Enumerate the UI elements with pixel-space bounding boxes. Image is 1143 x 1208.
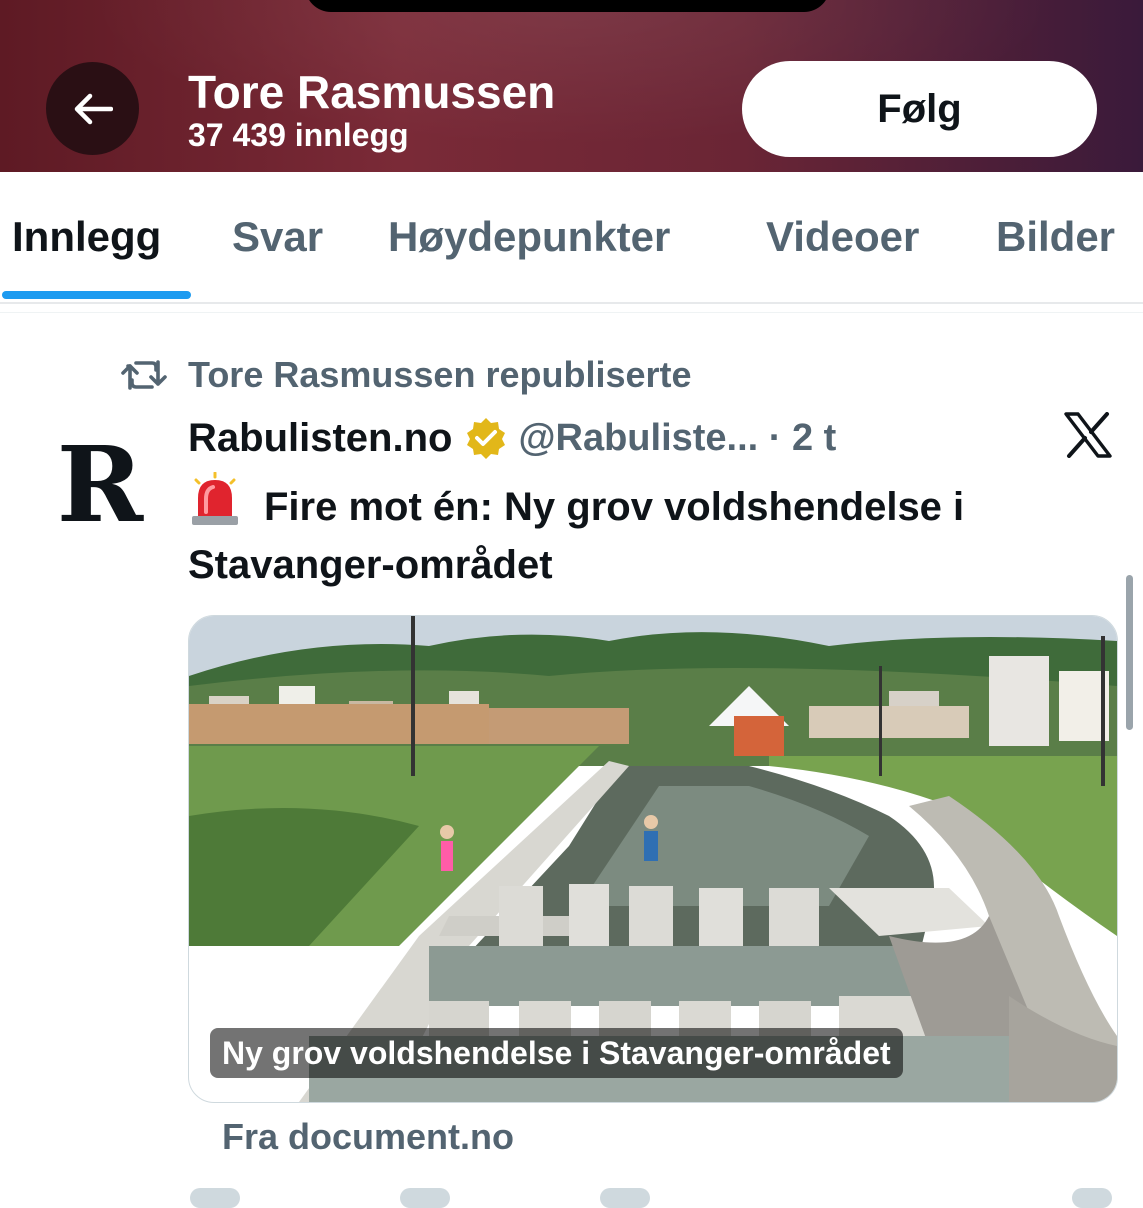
like-icon[interactable] (600, 1188, 650, 1208)
card-source[interactable]: Fra document.no (222, 1116, 514, 1158)
active-tab-indicator (2, 291, 191, 299)
follow-button[interactable]: Følg (742, 61, 1097, 157)
tab-hoydepunkter[interactable]: Høydepunkter (388, 212, 670, 262)
tab-bilder[interactable]: Bilder (996, 212, 1115, 262)
share-icon[interactable] (1072, 1188, 1112, 1208)
repost-indicator[interactable]: Tore Rasmussen republiserte (120, 352, 692, 398)
profile-tabs: Innlegg Svar Høydepunkter Videoer Bilder (0, 172, 1143, 304)
device-notch (305, 0, 830, 12)
back-button[interactable] (46, 62, 139, 155)
repost-label: Tore Rasmussen republiserte (188, 354, 692, 395)
author-handle-time[interactable]: @Rabuliste... · 2 t (518, 417, 836, 460)
profile-name: Tore Rasmussen (188, 66, 556, 118)
tab-videoer[interactable]: Videoer (766, 212, 919, 262)
divider (0, 312, 1143, 313)
tab-svar[interactable]: Svar (232, 212, 323, 262)
scrollbar[interactable] (1126, 575, 1133, 730)
back-arrow-icon (74, 93, 113, 124)
post-text: Fire mot én: Ny grov voldshendelse i Sta… (188, 471, 1118, 591)
tab-innlegg[interactable]: Innlegg (12, 212, 161, 262)
post-count: 37 439 innlegg (188, 117, 409, 153)
author-name[interactable]: Rabulisten.no (188, 416, 452, 461)
repost-action-icon[interactable] (400, 1188, 450, 1208)
repost-icon (121, 360, 167, 390)
x-logo-icon (1064, 412, 1112, 463)
profile-header: Tore Rasmussen 37 439 innlegg Følg (0, 0, 1143, 172)
card-caption: Ny grov voldshendelse i Stavanger-område… (210, 1028, 903, 1078)
siren-emoji-icon (188, 471, 242, 539)
reply-icon[interactable] (190, 1188, 240, 1208)
avatar[interactable]: R (50, 430, 150, 540)
verified-badge-icon (464, 416, 508, 460)
post-body: Fire mot én: Ny grov voldshendelse i Sta… (188, 485, 965, 587)
post-author-row: Rabulisten.no @Rabuliste... · 2 t (188, 412, 836, 464)
